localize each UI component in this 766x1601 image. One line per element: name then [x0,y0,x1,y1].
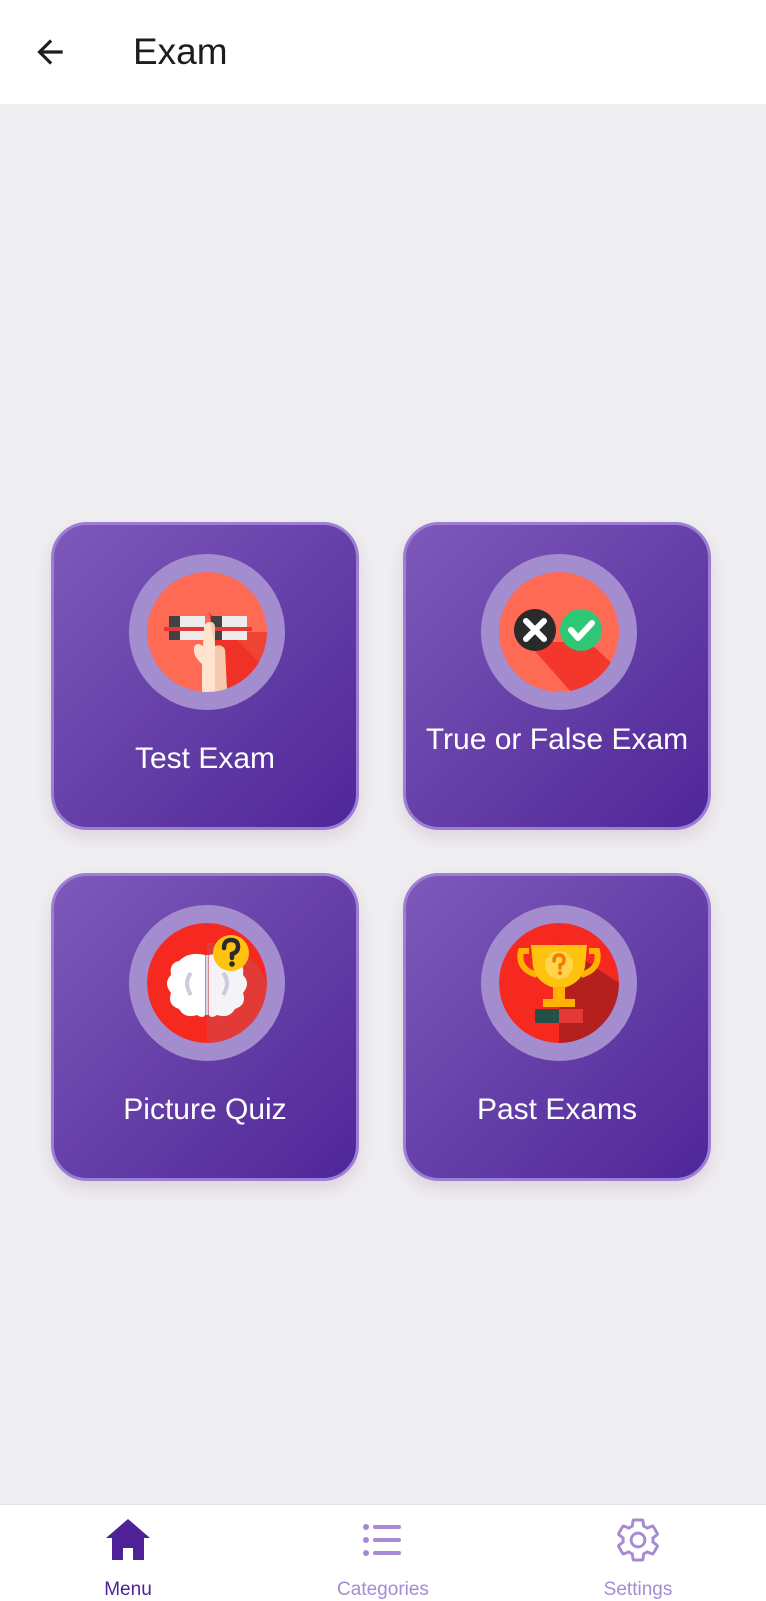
pointing-hand-checklist-icon [147,572,267,692]
test-exam-card[interactable]: Test Exam [51,522,359,830]
past-exams-icon-ring [481,905,637,1061]
bottom-nav: Menu Categories Settings [0,1504,766,1601]
test-exam-icon-ring [129,554,285,710]
cross-and-check-icon [499,572,619,692]
arrow-left-icon [37,39,63,65]
gear-icon [617,1518,659,1562]
picture-quiz-card[interactable]: Picture Quiz [51,873,359,1181]
list-icon [363,1524,401,1556]
true-or-false-exam-card[interactable]: True or False Exam [403,522,711,830]
back-button[interactable] [22,24,78,80]
true-or-false-exam-label: True or False Exam [425,723,689,756]
home-icon [106,1519,150,1560]
past-exams-card[interactable]: Past Exams [403,873,711,1181]
picture-quiz-icon-ring [129,905,285,1061]
test-exam-label: Test Exam [134,742,276,775]
true-or-false-icon-ring [481,554,637,710]
nav-label-settings: Settings [603,1579,673,1600]
picture-quiz-label: Picture Quiz [123,1093,287,1126]
nav-item-categories[interactable]: Categories [303,1505,463,1601]
nav-item-menu[interactable]: Menu [48,1505,208,1601]
page-title: Exam [133,31,228,72]
nav-item-settings[interactable]: Settings [558,1505,718,1601]
trophy-question-icon [499,923,619,1043]
past-exams-label: Past Exams [476,1093,638,1126]
app-bar: Exam [0,0,766,104]
nav-label-menu: Menu [104,1579,152,1600]
brain-question-icon [147,923,267,1043]
nav-label-categories: Categories [337,1579,429,1600]
